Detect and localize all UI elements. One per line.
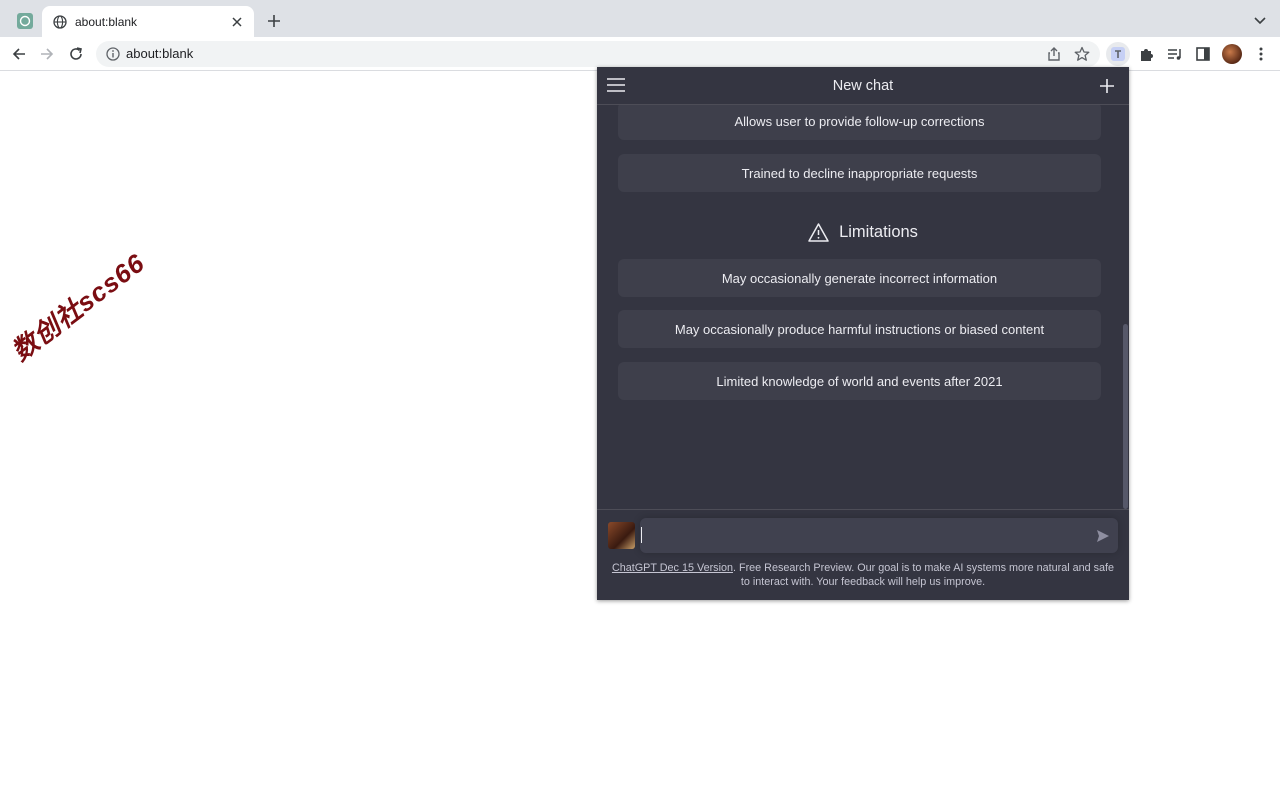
chevron-down-icon[interactable] <box>1250 11 1270 31</box>
popup-title: New chat <box>832 78 894 94</box>
limitation-item[interactable]: May occasionally produce harmful instruc… <box>618 310 1101 348</box>
watermark-text: 数创社scs66 <box>5 247 151 367</box>
chatgpt-popup: New chat Allows user to provide follow-u… <box>597 67 1129 600</box>
share-icon[interactable] <box>1046 46 1062 62</box>
message-input-box[interactable] <box>640 518 1118 553</box>
media-control-icon[interactable] <box>1165 44 1185 64</box>
globe-icon <box>53 14 67 29</box>
puzzle-icon[interactable] <box>1137 44 1157 64</box>
browser-toolbar: about:blank <box>0 37 1280 71</box>
disclaimer-text: . Free Research Preview. Our goal is to … <box>732 562 1115 588</box>
star-icon[interactable] <box>1074 46 1090 62</box>
pinned-tab-chatgpt[interactable] <box>10 6 40 36</box>
message-input[interactable] <box>640 518 1082 553</box>
limitation-item[interactable]: Limited knowledge of world and events af… <box>618 362 1101 400</box>
url-text: about:blank <box>126 46 194 61</box>
limitations-title: Limitations <box>839 223 918 241</box>
forward-arrow-icon[interactable] <box>37 44 57 64</box>
active-tab[interactable]: about:blank <box>42 6 254 37</box>
capability-item[interactable]: Trained to decline inappropriate request… <box>618 154 1101 192</box>
chat-content: Allows user to provide follow-up correct… <box>597 105 1129 509</box>
info-icon[interactable] <box>106 47 120 61</box>
version-link[interactable]: ChatGPT Dec 15 Version <box>612 562 733 574</box>
send-icon[interactable] <box>1096 529 1110 543</box>
popup-footer: ChatGPT Dec 15 Version. Free Research Pr… <box>597 509 1129 601</box>
popup-header: New chat <box>597 67 1129 105</box>
capability-item[interactable]: Allows user to provide follow-up correct… <box>618 105 1101 140</box>
new-chat-plus-icon[interactable] <box>1099 78 1115 94</box>
browser-tab-strip: about:blank <box>0 0 1280 37</box>
user-avatar <box>608 522 635 549</box>
back-arrow-icon[interactable] <box>9 44 29 64</box>
chatgpt-tab-icon <box>17 13 33 29</box>
plus-icon[interactable] <box>264 11 284 31</box>
warning-triangle-icon <box>808 223 829 242</box>
limitations-heading: Limitations <box>597 223 1129 242</box>
address-bar[interactable]: about:blank <box>96 41 1100 67</box>
tab-title: about:blank <box>75 14 138 29</box>
limitation-item[interactable]: May occasionally generate incorrect info… <box>618 259 1101 297</box>
extension-icon[interactable] <box>1106 42 1130 66</box>
avatar[interactable] <box>1222 44 1242 64</box>
reload-icon[interactable] <box>66 44 86 64</box>
footer-disclaimer: ChatGPT Dec 15 Version. Free Research Pr… <box>609 561 1117 589</box>
scrollbar[interactable] <box>1123 324 1128 509</box>
close-icon[interactable] <box>226 11 248 33</box>
text-caret <box>641 527 642 543</box>
side-panel-icon[interactable] <box>1193 44 1213 64</box>
kebab-menu-icon[interactable] <box>1251 44 1271 64</box>
